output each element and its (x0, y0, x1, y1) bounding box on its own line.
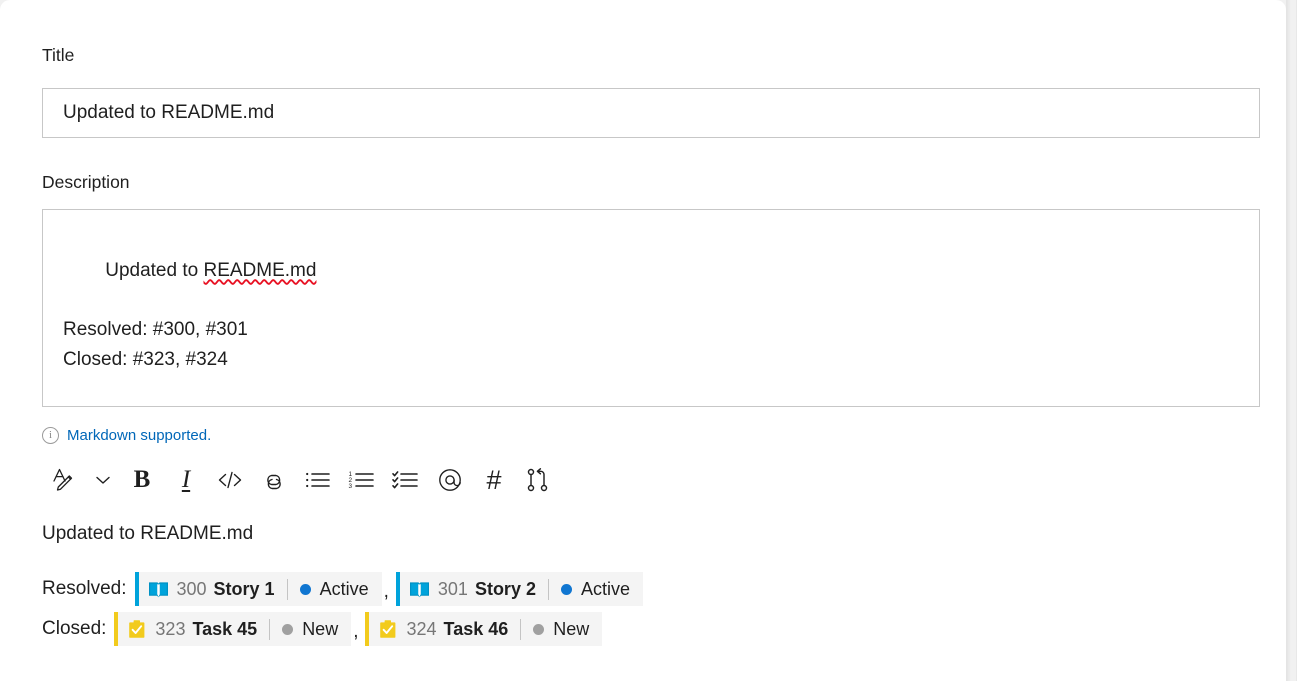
state-dot-icon (533, 623, 545, 635)
right-rail (1296, 0, 1303, 681)
code-icon[interactable] (208, 458, 252, 502)
work-item-form-panel: Title Description Updated to README.md Re… (0, 0, 1286, 681)
chevron-down-icon[interactable] (86, 458, 120, 502)
text-style-icon[interactable] (42, 458, 86, 502)
book-icon (148, 579, 169, 600)
work-item-id: 323 (155, 618, 186, 639)
chip-separator: , (383, 581, 389, 602)
info-icon: i (42, 427, 59, 444)
description-field-label: Description (42, 172, 130, 192)
work-item-state: New (282, 619, 338, 640)
work-item-title: Task 45 (192, 618, 258, 639)
chip-divider (547, 578, 549, 600)
description-preview: Updated to README.md Resolved: 300 Story… (42, 524, 1260, 652)
preview-row-label: Resolved: (42, 578, 127, 599)
hashtag-icon[interactable]: # (472, 458, 516, 502)
work-item-chip[interactable]: 323 Task 45 New (114, 612, 352, 646)
work-item-state: New (533, 619, 589, 640)
description-text[interactable]: Updated to README.md Resolved: #300, #301… (63, 227, 1239, 404)
state-dot-icon (282, 623, 294, 635)
panel-edge-shadow (1286, 0, 1291, 681)
chip-divider (269, 618, 271, 640)
bulleted-list-icon[interactable] (296, 458, 340, 502)
work-item-chip[interactable]: 300 Story 1 Active (134, 572, 382, 606)
state-label: New (302, 618, 339, 639)
state-dot-icon (560, 583, 572, 595)
mention-icon[interactable] (428, 458, 472, 502)
preview-row-closed: Closed: 323 Task 45 New , 324 Task 46 Ne… (42, 612, 1260, 646)
link-icon[interactable] (252, 458, 296, 502)
numbered-list-icon[interactable]: 1 2 3 (340, 458, 384, 502)
clipboard-check-icon (127, 619, 147, 640)
pull-request-icon[interactable] (516, 458, 560, 502)
markdown-supported-label: Markdown supported. (67, 427, 212, 444)
italic-icon[interactable]: I (164, 458, 208, 502)
work-item-title: Story 1 (213, 578, 275, 599)
preview-row-resolved: Resolved: 300 Story 1 Active , 301 Story… (42, 572, 1260, 606)
chip-divider (286, 578, 288, 600)
book-icon (409, 579, 430, 600)
work-item-chip[interactable]: 301 Story 2 Active (395, 572, 643, 606)
work-item-title: Task 46 (443, 618, 509, 639)
description-line-4: Closed: #323, #324 (63, 348, 228, 370)
work-item-id: 300 (176, 578, 207, 599)
clipboard-check-icon (378, 619, 398, 640)
work-item-id: 324 (406, 618, 437, 639)
work-item-title: Story 2 (474, 578, 536, 599)
work-item-state: Active (560, 578, 630, 600)
svg-text:3: 3 (349, 483, 353, 490)
checklist-icon[interactable] (384, 458, 428, 502)
description-misspelled-word: README.md (203, 260, 317, 282)
state-dot-icon (299, 583, 311, 595)
preview-heading: Updated to README.md (42, 523, 254, 544)
preview-row-label: Closed: (42, 618, 107, 639)
description-editor[interactable]: Updated to README.md Resolved: #300, #301… (42, 209, 1260, 407)
state-label: Active (580, 578, 630, 599)
chip-divider (520, 618, 522, 640)
work-item-state: Active (299, 578, 369, 600)
description-line-1-prefix: Updated to (105, 260, 204, 282)
chip-separator: , (353, 621, 359, 642)
state-label: Active (319, 578, 369, 599)
state-label: New (553, 618, 590, 639)
formatting-toolbar: B I 1 2 3 # (42, 458, 560, 502)
title-field-label: Title (42, 45, 75, 65)
work-item-chip[interactable]: 324 Task 46 New (365, 612, 603, 646)
title-input[interactable] (42, 88, 1260, 138)
work-item-id: 301 (437, 578, 468, 599)
description-line-3: Resolved: #300, #301 (63, 319, 248, 341)
bold-icon[interactable]: B (120, 458, 164, 502)
markdown-supported-hint[interactable]: i Markdown supported. (42, 427, 211, 444)
